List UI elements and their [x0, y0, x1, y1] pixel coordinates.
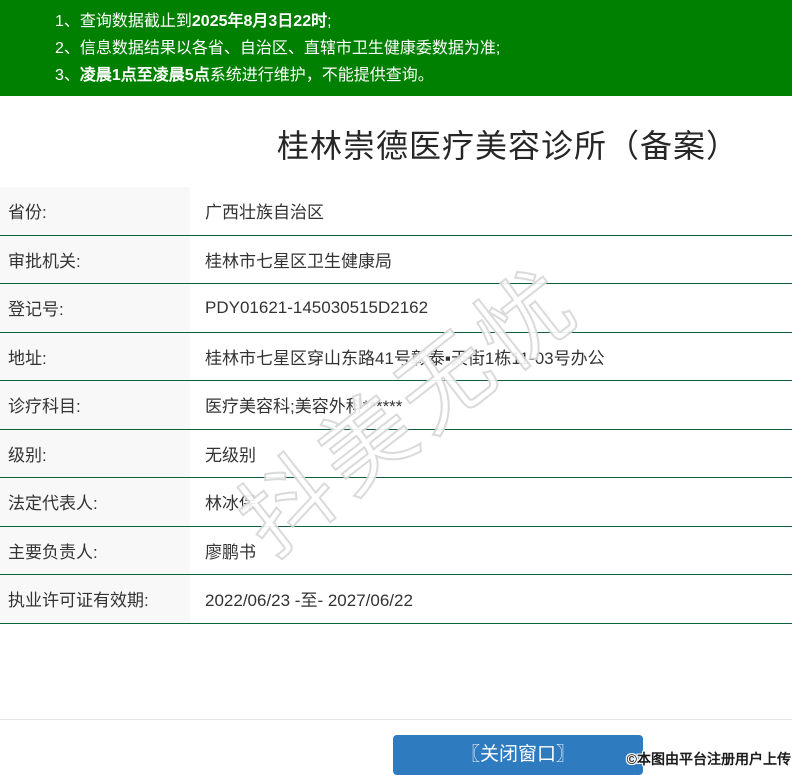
bottom-divider [0, 719, 792, 720]
row-label: 诊疗科目: [0, 381, 190, 429]
row-value: 医疗美容科;美容外科****** [190, 381, 402, 429]
row-label: 法定代表人: [0, 478, 190, 526]
notice-line-1-text: 1、查询数据截止到 [55, 13, 192, 30]
table-row-legal-representative: 法定代表人: 林冰保 [0, 478, 792, 527]
notice-line-3: 3、凌晨1点至凌晨5点系统进行维护，不能提供查询。 [55, 62, 782, 89]
close-window-button[interactable]: 〖关闭窗口〗 [393, 735, 643, 775]
table-row-person-in-charge: 主要负责人: 廖鹏书 [0, 527, 792, 576]
row-value: 林冰保 [190, 478, 256, 526]
row-value: 桂林市七星区卫生健康局 [190, 236, 392, 284]
row-label: 级别: [0, 430, 190, 478]
row-value: 无级别 [190, 430, 256, 478]
row-label: 省份: [0, 187, 190, 235]
notice-line-2: 2、信息数据结果以各省、自治区、直辖市卫生健康委数据为准; [55, 35, 782, 62]
row-label: 登记号: [0, 284, 190, 332]
notice-line-1-suffix: ; [327, 13, 331, 30]
table-row-address: 地址: 桂林市七星区穿山东路41号彰泰▪天街1栋11-03号办公 [0, 333, 792, 382]
table-row-province: 省份: 广西壮族自治区 [0, 187, 792, 236]
institution-info-table: 省份: 广西壮族自治区 审批机关: 桂林市七星区卫生健康局 登记号: PDY01… [0, 187, 792, 624]
notice-line-1: 1、查询数据截止到2025年8月3日22时; [55, 8, 782, 35]
row-value: 广西壮族自治区 [190, 187, 324, 235]
row-value: PDY01621-145030515D2162 [190, 284, 428, 332]
row-label: 审批机关: [0, 236, 190, 284]
row-label: 地址: [0, 333, 190, 381]
row-label: 执业许可证有效期: [0, 575, 190, 623]
row-label: 主要负责人: [0, 527, 190, 575]
notice-line-2-text: 2、信息数据结果以各省、自治区、直辖市卫生健康委数据为准; [55, 40, 500, 57]
table-row-approval-authority: 审批机关: 桂林市七星区卫生健康局 [0, 236, 792, 285]
row-value: 桂林市七星区穿山东路41号彰泰▪天街1栋11-03号办公 [190, 333, 605, 381]
notice-line-3-suffix: 系统进行维护，不能提供查询。 [210, 67, 434, 84]
notice-line-3-bold: 凌晨1点至凌晨5点 [80, 67, 210, 84]
row-value: 2022/06/23 -至- 2027/06/22 [190, 575, 413, 623]
notice-line-3-text: 3、 [55, 67, 80, 84]
table-row-license-validity: 执业许可证有效期: 2022/06/23 -至- 2027/06/22 [0, 575, 792, 624]
table-row-registration-number: 登记号: PDY01621-145030515D2162 [0, 284, 792, 333]
table-row-treatment-subjects: 诊疗科目: 医疗美容科;美容外科****** [0, 381, 792, 430]
page-title: 桂林崇德医疗美容诊所（备案） [0, 126, 792, 166]
row-value: 廖鹏书 [190, 527, 256, 575]
notice-line-1-bold: 2025年8月3日22时 [192, 13, 327, 30]
upload-stamp: ©本图由平台注册用户上传 [627, 749, 791, 769]
notice-banner: 1、查询数据截止到2025年8月3日22时; 2、信息数据结果以各省、自治区、直… [0, 0, 792, 96]
table-row-level: 级别: 无级别 [0, 430, 792, 479]
